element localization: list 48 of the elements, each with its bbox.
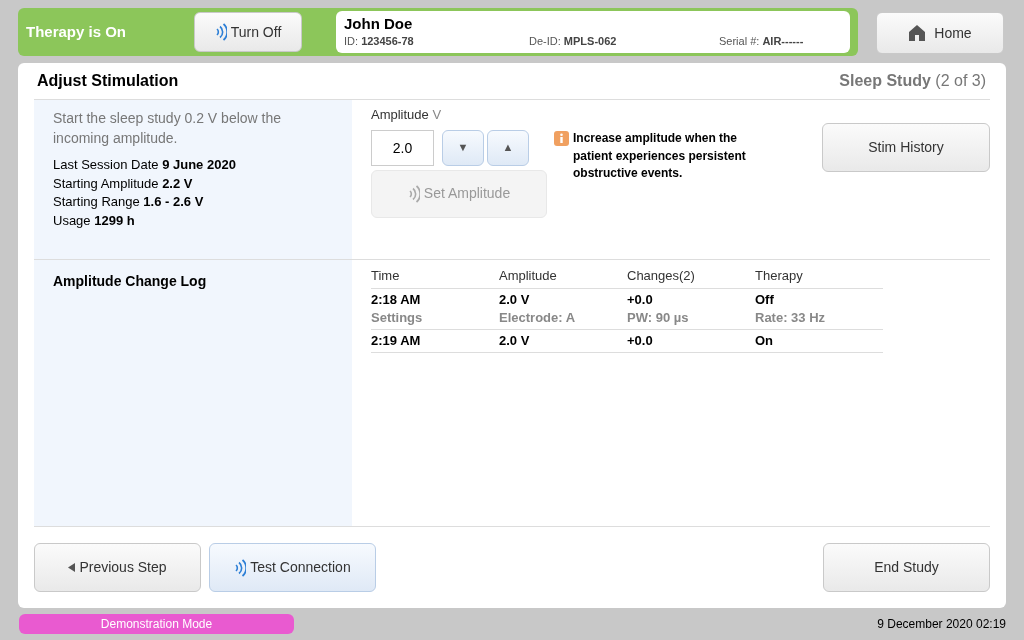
wireless-signal-icon <box>214 23 227 41</box>
session-info-line: Starting Range 1.6 - 2.6 V <box>53 193 205 211</box>
info-icon <box>554 131 569 146</box>
amplitude-label: Amplitude V <box>371 106 443 124</box>
table-cell-text: +0.0 <box>627 290 654 309</box>
table-cell-text: 2:19 AM <box>371 331 422 350</box>
home-icon <box>908 24 927 42</box>
change-log-title: Amplitude Change Log <box>53 273 207 289</box>
date-time: 9 December 2020 02:19 <box>877 616 1006 633</box>
caret-icon <box>68 563 76 572</box>
table-cell-text: 2:18 AM <box>371 290 422 309</box>
increase-button[interactable]: ▲ <box>487 129 529 166</box>
panel-title: Adjust Stimulation <box>37 71 179 91</box>
patient-detail: Serial #: AIR------ <box>719 33 804 49</box>
table-cell-text: On <box>755 331 775 350</box>
test-connection-button[interactable]: Test Connection <box>209 543 376 592</box>
column-header: Therapy <box>755 267 804 285</box>
step-indicator: Sleep Study (2 of 3) <box>839 71 986 91</box>
table-cell-text: +0.0 <box>627 331 654 350</box>
patient-name: John Doe <box>344 14 414 33</box>
table-cell-text: Off <box>755 290 775 309</box>
table-cell-text: 2.0 V <box>499 331 531 350</box>
previous-step-button[interactable]: Previous Step <box>34 543 201 592</box>
column-header: Changes(2) <box>627 267 696 285</box>
session-info-line: Usage 1299 h <box>53 211 136 230</box>
column-header: Amplitude <box>499 267 558 285</box>
table-cell-text: Electrode: A <box>499 308 577 327</box>
column-header: Time <box>371 267 401 285</box>
end-study-button[interactable]: End Study <box>823 543 990 592</box>
table-cell-text: PW: 90 µs <box>627 308 690 327</box>
stim-history-button[interactable]: Stim History <box>822 123 990 172</box>
session-info-line: Starting Amplitude 2.2 V <box>53 174 194 193</box>
wireless-signal-icon <box>234 558 247 577</box>
tip-text: Increase amplitude when the patient experiences persistent obstructive events. <box>573 130 747 182</box>
table-cell-text: Settings <box>371 308 424 327</box>
patient-detail: ID: 123456-78 <box>344 33 415 49</box>
home-button[interactable]: Home <box>876 12 1004 54</box>
wireless-signal-icon <box>407 184 420 203</box>
table-cell-text: 2.0 V <box>499 290 531 309</box>
demonstration-mode-badge: Demonstration Mode <box>19 614 294 634</box>
amplitude-field[interactable]: 2.0 <box>371 129 434 166</box>
therapy-status: Therapy is On <box>26 21 128 42</box>
turn-off-button[interactable]: Turn Off <box>194 12 302 52</box>
instructions-text: Start the sleep study 0.2 V below the incoming amplitude. <box>53 109 283 148</box>
patient-detail: De-ID: MPLS-062 <box>529 33 618 49</box>
decrease-button[interactable]: ▼ <box>442 129 484 166</box>
session-info-line: Last Session Date 9 June 2020 <box>53 156 237 174</box>
table-cell-text: Rate: 33 Hz <box>755 308 827 327</box>
